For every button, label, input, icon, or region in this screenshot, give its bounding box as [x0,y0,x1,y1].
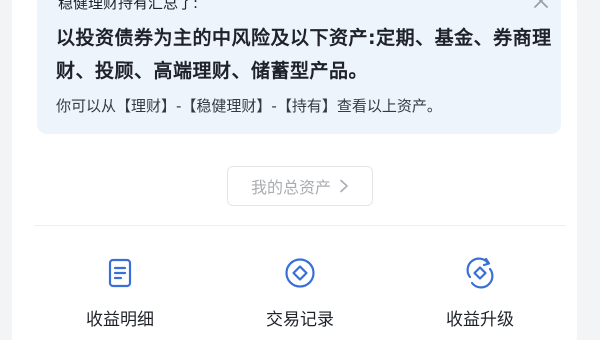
transaction-records-button[interactable]: 交易记录 [240,255,360,335]
income-details-label: 收益明细 [86,310,154,330]
total-assets-button[interactable]: 我的总资产 [227,166,373,206]
total-assets-label: 我的总资产 [250,178,331,197]
notice-main-text: 以投资债券为主的中风险及以下资产:定期、基金、券商理财、投顾、高端理财、储蓄型产… [56,27,552,82]
document-list-icon [108,258,132,288]
transaction-records-label: 交易记录 [266,310,334,330]
income-upgrade-label: 收益升级 [446,310,514,330]
close-icon[interactable] [530,0,552,12]
divider [34,225,566,226]
notice-sub-text: 你可以从【理财】-【稳健理财】-【持有】查看以上资产。 [56,97,442,115]
income-details-button[interactable]: 收益明细 [60,255,180,335]
chevron-right-icon [340,179,348,193]
notice-title: 稳健理财持有汇总了: [58,0,199,12]
income-upgrade-button[interactable]: 收益升级 [420,255,540,335]
diamond-circle-icon [285,258,315,288]
upgrade-refresh-icon [466,257,494,289]
page: 稳健理财持有汇总了: 以投资债券为主的中风险及以下资产:定期、基金、券商理财、投… [0,0,600,340]
